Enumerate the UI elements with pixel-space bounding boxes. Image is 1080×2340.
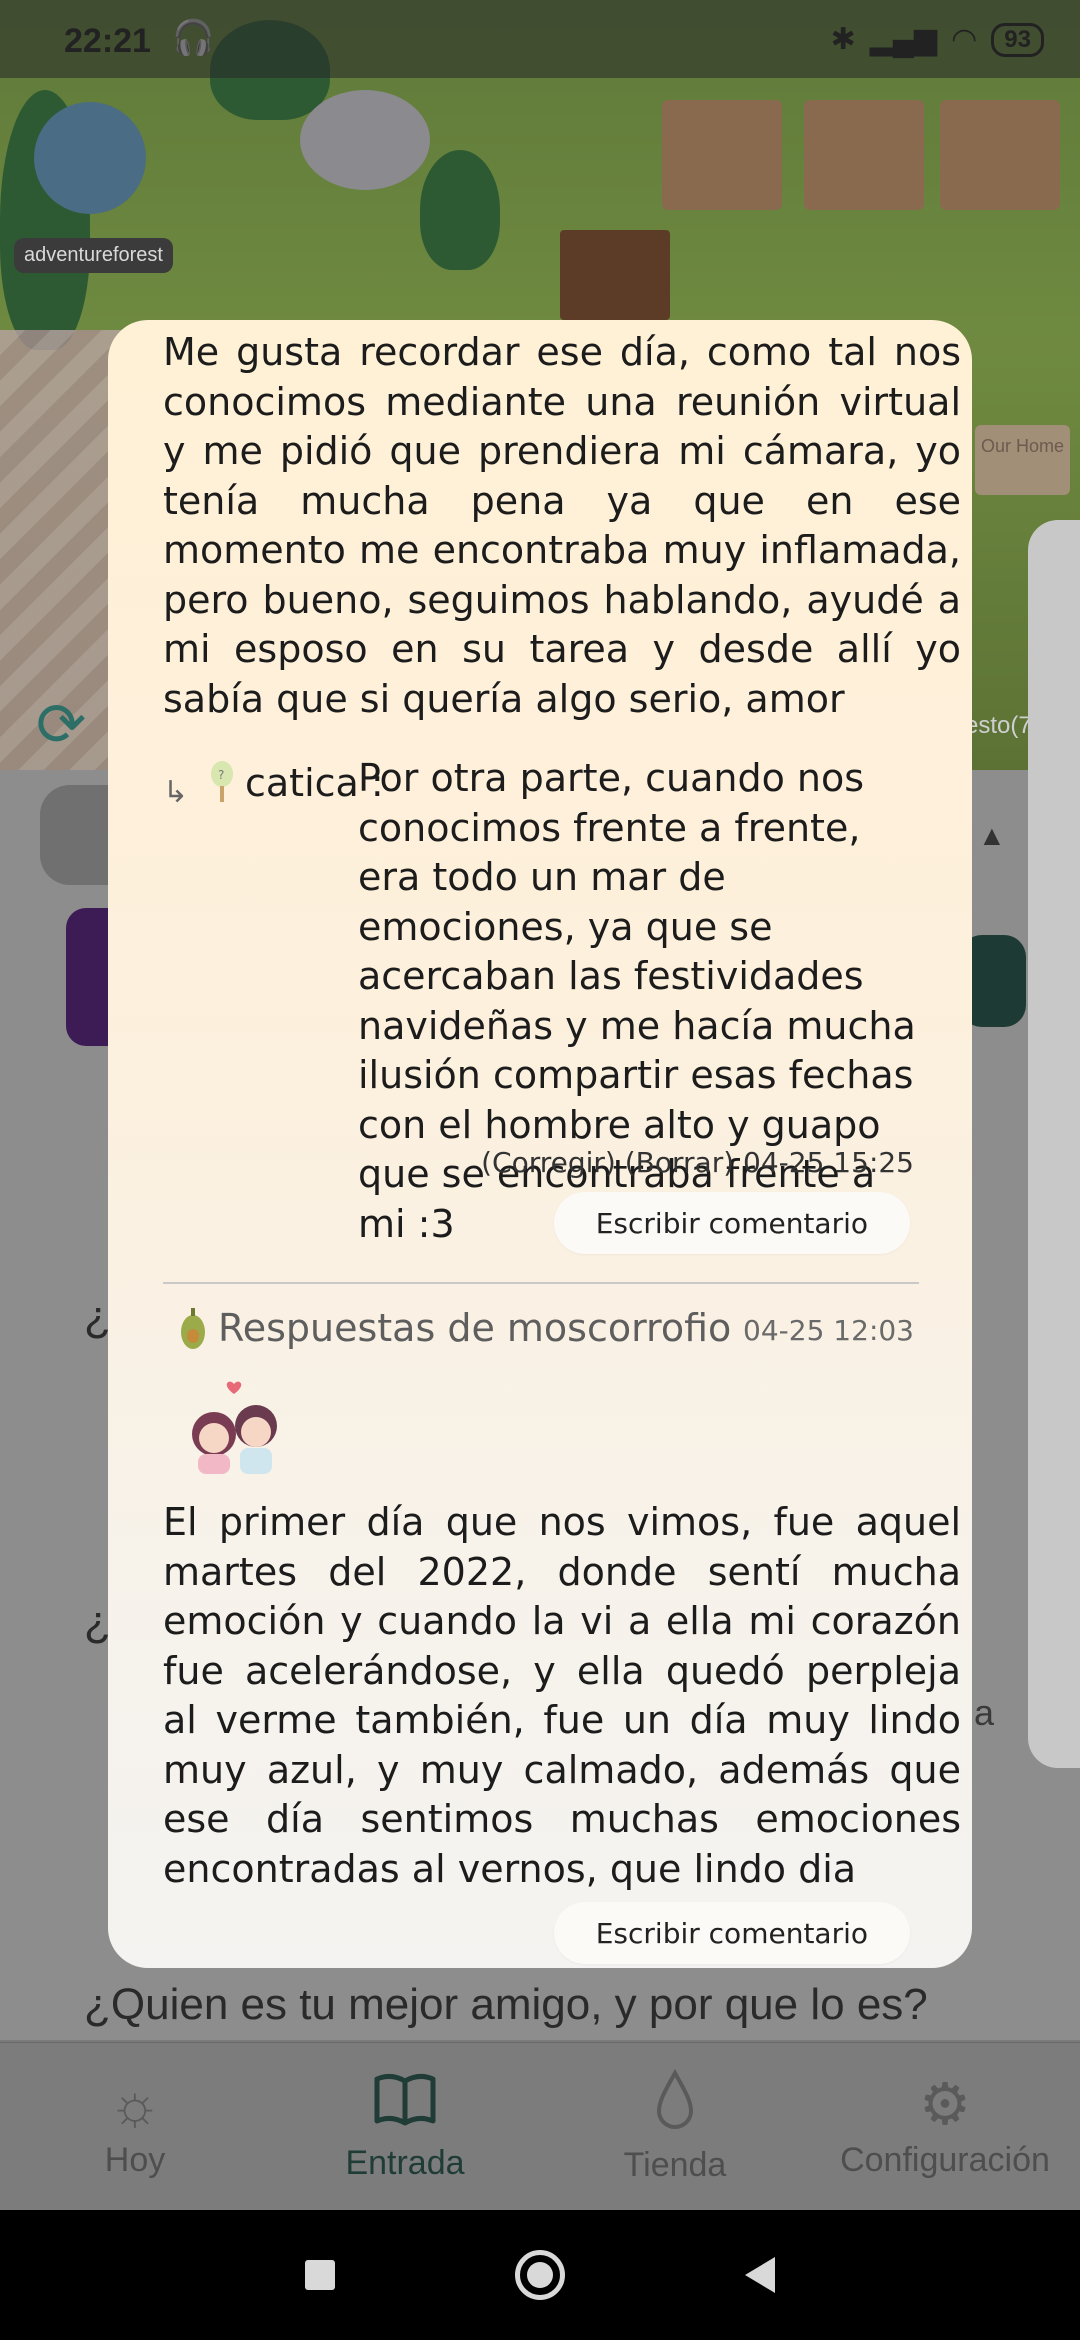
signal-icon: ▂▄▆ (869, 23, 938, 56)
battery-indicator: 93 (991, 22, 1044, 57)
background-question-full: ¿Quien es tu mejor amigo, y por que lo e… (84, 1980, 928, 2029)
status-time: 22:21 (64, 22, 151, 60)
recents-button[interactable] (305, 2260, 335, 2290)
status-bar: 22:21 🎧 ✱ ▂▄▆ ◠ 93 (0, 0, 1080, 78)
gift-box[interactable] (940, 100, 1060, 210)
ice-cream-avatar-icon: ? (211, 761, 233, 802)
edit-link[interactable]: (Corregir) (481, 1146, 616, 1179)
system-navigation (0, 2210, 1080, 2340)
bluetooth-icon: ✱ (830, 23, 856, 56)
write-comment-button-2[interactable]: Escribir comentario (553, 1902, 910, 1964)
scene-edge-text: esto(7 (965, 712, 1032, 739)
refresh-icon[interactable]: ⟳ (36, 690, 86, 760)
delete-link[interactable]: (Borrar) (625, 1146, 734, 1179)
responses-date: 04-25 12:03 (743, 1314, 914, 1347)
svg-text:?: ? (218, 768, 224, 782)
gift-box[interactable] (804, 100, 924, 210)
gear-icon: ⚙ (919, 2072, 971, 2137)
headset-icon: 🎧 (172, 19, 215, 57)
hippo-character (300, 90, 430, 190)
response-text: El primer día que nos vimos, fue aquel m… (163, 1500, 961, 1891)
nav-label: Hoy (104, 2141, 166, 2179)
divider (163, 1282, 919, 1284)
nav-item-entrada[interactable]: Entrada (270, 2043, 540, 2210)
home-button[interactable] (515, 2250, 565, 2300)
home-sign: Our Home (975, 425, 1070, 495)
entry-detail-modal: Me gusta recordar ese día, como tal nos … (108, 320, 972, 1968)
gift-box[interactable] (662, 100, 782, 210)
tree-decoration (420, 150, 500, 270)
book-icon (373, 2071, 437, 2140)
badge-label: adventureforest (14, 238, 173, 273)
write-comment-button[interactable]: Escribir comentario (553, 1192, 910, 1254)
bottom-navigation: ☼ Hoy Entrada Tienda ⚙ Configuración (0, 2042, 1080, 2210)
reply-arrow-icon: ↳ (163, 776, 189, 809)
reply-timestamp: 04-25 15:25 (743, 1146, 914, 1179)
entry-text: Me gusta recordar ese día, como tal nos … (163, 330, 961, 721)
house-decoration (560, 230, 670, 320)
adjacent-card[interactable] (1028, 520, 1080, 1768)
responses-title: Respuestas de moscorrofio (218, 1306, 732, 1350)
nav-label: Tienda (623, 2145, 727, 2184)
caret-up-icon: ▲ (978, 820, 1006, 851)
drop-icon (655, 2068, 695, 2142)
reply-meta: (Corregir) (Borrar) 04-25 15:25 (481, 1146, 914, 1179)
avocado-icon (181, 1308, 205, 1349)
wifi-icon: ◠ (951, 23, 978, 56)
sun-icon: ☼ (108, 2072, 162, 2137)
nav-item-tienda[interactable]: Tienda (540, 2043, 810, 2210)
nav-item-hoy[interactable]: ☼ Hoy (0, 2043, 270, 2210)
nav-label: Entrada (345, 2143, 465, 2182)
nav-label: Configuración (840, 2141, 1050, 2179)
nav-item-configuracion[interactable]: ⚙ Configuración (810, 2043, 1080, 2210)
back-button[interactable] (745, 2257, 775, 2293)
couple-sticker-icon (192, 1381, 277, 1474)
airplane-badge-icon[interactable] (34, 102, 146, 214)
